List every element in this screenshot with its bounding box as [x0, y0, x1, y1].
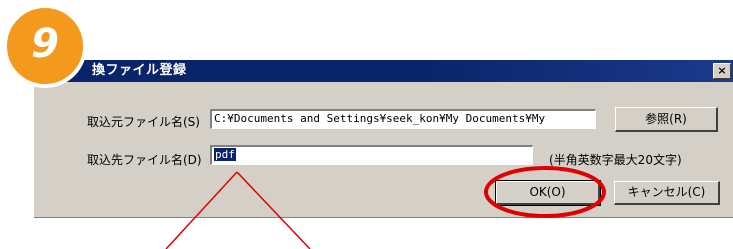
- source-file-label: 取込元ファイル名(S): [87, 115, 200, 129]
- source-file-input[interactable]: C:¥Documents and Settings¥seek_kon¥My Do…: [210, 109, 596, 129]
- source-file-value: C:¥Documents and Settings¥seek_kon¥My Do…: [214, 112, 546, 125]
- import-file-dialog: 換ファイル登録 × 取込元ファイル名(S) C:¥Documents and S…: [33, 59, 733, 218]
- dialog-title: 換ファイル登録: [92, 63, 187, 78]
- destination-file-value: pdf: [214, 148, 236, 161]
- destination-file-hint: (半角英数字最大20文字): [549, 153, 682, 167]
- ok-button-label: OK(O): [529, 185, 566, 199]
- destination-file-input[interactable]: pdf: [210, 145, 533, 165]
- destination-file-label: 取込先ファイル名(D): [87, 153, 202, 167]
- browse-button-label: 参照(R): [645, 112, 687, 126]
- step-number: 9: [31, 21, 59, 67]
- dialog-titlebar: 換ファイル登録 ×: [34, 60, 733, 82]
- close-button[interactable]: ×: [713, 63, 731, 79]
- cancel-button-label: キャンセル(C): [627, 185, 706, 199]
- close-icon: ×: [717, 64, 727, 77]
- cancel-button[interactable]: キャンセル(C): [614, 181, 720, 205]
- ok-button[interactable]: OK(O): [495, 180, 601, 206]
- browse-button[interactable]: 参照(R): [615, 107, 718, 132]
